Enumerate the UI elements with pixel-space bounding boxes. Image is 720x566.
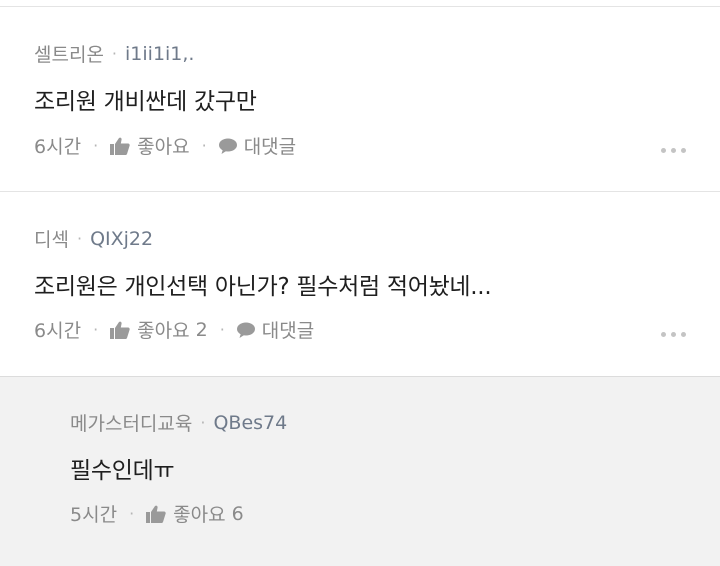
more-options-button[interactable] bbox=[661, 148, 686, 153]
separator-dot: · bbox=[93, 320, 99, 339]
separator-dot: · bbox=[201, 136, 207, 155]
comment-meta: 셀트리온 · i1ii1i1,. bbox=[34, 40, 194, 67]
more-dots-icon bbox=[661, 148, 666, 153]
comment-user-id: i1ii1i1,. bbox=[125, 42, 195, 65]
speech-bubble-icon bbox=[218, 138, 237, 154]
reply-button[interactable]: 대댓글 bbox=[236, 316, 315, 343]
comment-meta: 디섹 · QIXj22 bbox=[34, 225, 153, 252]
like-label: 좋아요 bbox=[137, 320, 190, 342]
comment-author[interactable]: 셀트리온 bbox=[34, 40, 104, 67]
separator-dot: · bbox=[219, 320, 225, 339]
like-count: 6 bbox=[231, 502, 244, 525]
thumbs-up-icon bbox=[146, 505, 166, 523]
reply-meta: 메가스터디교육 · QBes74 bbox=[70, 409, 287, 436]
comment-author[interactable]: 디섹 bbox=[34, 225, 69, 252]
separator-dot: · bbox=[200, 413, 206, 432]
reply-label: 대댓글 bbox=[243, 136, 297, 158]
thumbs-up-icon bbox=[110, 137, 130, 155]
comment-text: 조리원은 개인선택 아닌가? 필수처럼 적어놨네... bbox=[34, 274, 492, 300]
like-label: 좋아요 bbox=[173, 504, 226, 526]
reply-actions: 5시간 · 좋아요 6 bbox=[70, 500, 244, 527]
comment-time: 6시간 bbox=[34, 136, 82, 158]
separator-dot: · bbox=[93, 136, 99, 155]
more-dots-icon bbox=[661, 332, 666, 337]
comment-time: 6시간 bbox=[34, 320, 82, 342]
separator-dot: · bbox=[129, 504, 135, 523]
like-button[interactable]: 좋아요 6 bbox=[146, 500, 244, 527]
thumbs-up-icon bbox=[110, 321, 130, 339]
comment-list: 셀트리온 · i1ii1i1,. 조리원 개비싼데 갔구만 6시간 · 좋아요 … bbox=[0, 0, 720, 566]
reply-item: 메가스터디교육 · QBes74 필수인데ㅠ 5시간 · 좋아요 6 bbox=[0, 377, 720, 566]
separator-dot: · bbox=[111, 44, 118, 63]
like-button[interactable]: 좋아요 2 bbox=[110, 316, 208, 343]
comment-user-id: QIXj22 bbox=[90, 227, 154, 250]
reply-button[interactable]: 대댓글 bbox=[218, 132, 297, 159]
like-label: 좋아요 bbox=[137, 136, 190, 158]
reply-label: 대댓글 bbox=[261, 320, 315, 342]
separator-dot: · bbox=[76, 229, 83, 248]
more-options-button[interactable] bbox=[661, 332, 686, 337]
comment-item: 디섹 · QIXj22 조리원은 개인선택 아닌가? 필수처럼 적어놨네... … bbox=[0, 192, 720, 377]
like-count: 2 bbox=[195, 318, 208, 341]
reply-time: 5시간 bbox=[70, 504, 118, 526]
comment-actions: 6시간 · 좋아요 2 · 대댓글 bbox=[34, 316, 314, 343]
reply-text: 필수인데ㅠ bbox=[70, 458, 175, 484]
speech-bubble-icon bbox=[236, 322, 255, 338]
comment-item: 셀트리온 · i1ii1i1,. 조리원 개비싼데 갔구만 6시간 · 좋아요 … bbox=[0, 7, 720, 192]
reply-author[interactable]: 메가스터디교육 bbox=[70, 409, 192, 436]
comment-actions: 6시간 · 좋아요 · 대댓글 bbox=[34, 132, 296, 159]
like-button[interactable]: 좋아요 bbox=[110, 132, 190, 159]
comment-text: 조리원 개비싼데 갔구만 bbox=[34, 89, 257, 115]
reply-user-id: QBes74 bbox=[213, 411, 288, 434]
